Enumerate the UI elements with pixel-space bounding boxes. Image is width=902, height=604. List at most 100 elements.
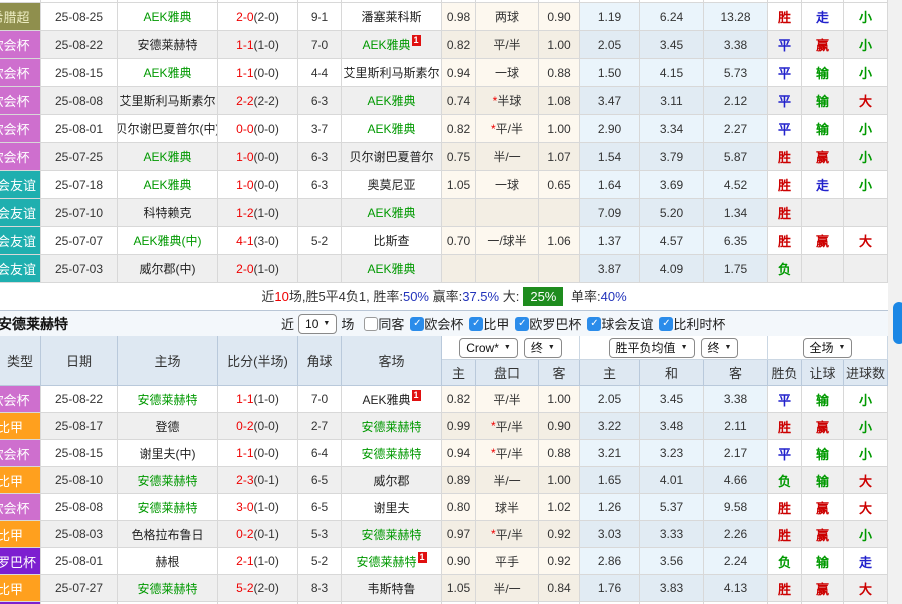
home-team-cell[interactable]: AEK雅典 xyxy=(118,143,218,171)
away-team-cell[interactable]: AEK雅典 xyxy=(342,87,442,115)
home-team-cell[interactable]: AEK雅典 xyxy=(118,3,218,31)
filter-label[interactable]: 比甲 xyxy=(483,314,509,333)
league-type-cell: 欧会杯 xyxy=(0,31,41,59)
home-team-cell[interactable]: 科特赖克 xyxy=(118,199,218,227)
col-header-date: 日期 xyxy=(41,336,118,386)
handicap-result-cell: 赢 xyxy=(802,494,844,521)
avg-draw-odds-cell: 3.79 xyxy=(640,143,704,171)
scrollbar-track[interactable] xyxy=(888,0,902,604)
date-cell: 25-08-01 xyxy=(41,115,118,143)
date-cell: 25-07-18 xyxy=(41,171,118,199)
win-draw-lose-result-cell: 胜 xyxy=(768,171,802,199)
filter-checkbox[interactable]: ✓ xyxy=(659,317,673,331)
league-type-cell: 比甲 xyxy=(0,575,41,602)
away-team-cell[interactable]: AEK雅典1 xyxy=(342,31,442,59)
halftime-score: (0-0) xyxy=(254,178,279,192)
away-team-cell[interactable]: AEK雅典 xyxy=(342,199,442,227)
filter-checkbox[interactable]: ✓ xyxy=(515,317,529,331)
home-team-cell[interactable]: 色格拉布鲁日 xyxy=(118,521,218,548)
home-team-cell[interactable]: AEK雅典(中) xyxy=(118,227,218,255)
home-odds-cell: 0.97 xyxy=(442,521,476,548)
win-draw-lose-result-cell: 平 xyxy=(768,440,802,467)
home-team-cell[interactable]: 安德莱赫特 xyxy=(118,467,218,494)
recent-count-select[interactable]: 10▼ xyxy=(298,314,337,334)
filter-label[interactable]: 欧罗巴杯 xyxy=(529,314,581,333)
home-odds-cell: 0.90 xyxy=(442,548,476,575)
home-team-cell[interactable]: 赫根 xyxy=(118,548,218,575)
avg-away-odds-cell: 4.66 xyxy=(704,467,768,494)
sub-header-handicap-result: 让球 xyxy=(802,360,844,386)
home-team-cell[interactable]: 艾里斯利马斯素尔 xyxy=(118,87,218,115)
scrollbar-thumb[interactable] xyxy=(893,302,902,344)
home-team-cell[interactable]: 安德莱赫特 xyxy=(118,386,218,413)
away-odds-cell: 1.00 xyxy=(539,31,580,59)
home-team-cell[interactable]: AEK雅典 xyxy=(118,59,218,87)
odds-final-select[interactable]: 终▼ xyxy=(524,338,562,358)
away-team-cell[interactable]: 谢里夫 xyxy=(342,494,442,521)
filter-checkbox[interactable]: ✓ xyxy=(469,317,483,331)
sub-header-avg-away: 客 xyxy=(704,360,768,386)
away-team-cell[interactable]: 潘塞莱科斯 xyxy=(342,3,442,31)
win-draw-lose-result-cell: 平 xyxy=(768,115,802,143)
home-team-cell[interactable]: AEK雅典 xyxy=(118,171,218,199)
home-team-cell[interactable]: 贝尔谢巴夏普尔(中) xyxy=(118,115,218,143)
filter-checkbox[interactable]: ✓ xyxy=(587,317,601,331)
win-draw-lose-result-cell: 胜 xyxy=(768,494,802,521)
sub-header-odds-home: 主 xyxy=(442,360,476,386)
red-number-badge: 1 xyxy=(412,390,421,401)
away-team-cell[interactable]: 安德莱赫特 xyxy=(342,413,442,440)
avg-away-odds-cell: 3.38 xyxy=(704,386,768,413)
date-cell: 25-07-07 xyxy=(41,227,118,255)
fulltime-score: 4-1 xyxy=(236,234,253,248)
handicap-line-cell: 平/半 xyxy=(476,31,539,59)
win-draw-lose-result-cell: 平 xyxy=(768,386,802,413)
halftime-score: (1-0) xyxy=(254,554,279,568)
away-team-cell[interactable]: 安德莱赫特 xyxy=(342,521,442,548)
corner-cell: 7-0 xyxy=(298,31,342,59)
away-team-cell[interactable]: 安德莱赫特 xyxy=(342,440,442,467)
home-team-cell[interactable]: 登德 xyxy=(118,413,218,440)
filter-checkbox[interactable] xyxy=(364,317,378,331)
avg-draw-odds-cell: 3.45 xyxy=(640,31,704,59)
away-team-cell[interactable]: AEK雅典1 xyxy=(342,386,442,413)
away-team-cell[interactable]: 比斯查 xyxy=(342,227,442,255)
home-team-cell[interactable]: 安德莱赫特 xyxy=(118,494,218,521)
goals-result-cell: 大 xyxy=(844,227,888,255)
avg-home-odds-cell: 1.54 xyxy=(580,143,640,171)
fulltime-score: 2-2 xyxy=(236,94,253,108)
league-type-cell: 欧会杯 xyxy=(0,59,41,87)
away-team-cell[interactable]: 贝尔谢巴夏普尔 xyxy=(342,143,442,171)
avg-final-select[interactable]: 终▼ xyxy=(701,338,739,358)
sub-header-result: 胜负 xyxy=(768,360,802,386)
scope-select[interactable]: 全场▼ xyxy=(803,338,853,358)
date-cell: 25-08-22 xyxy=(41,31,118,59)
fulltime-score: 1-1 xyxy=(236,392,253,406)
away-team-cell[interactable]: 安德莱赫特1 xyxy=(342,548,442,575)
filter-label[interactable]: 同客 xyxy=(378,314,404,333)
date-cell: 25-08-22 xyxy=(41,386,118,413)
filter-label[interactable]: 欧会杯 xyxy=(424,314,463,333)
away-team-cell[interactable]: AEK雅典 xyxy=(342,255,442,283)
home-team-cell[interactable]: 安德莱赫特 xyxy=(118,575,218,602)
handicap-result-cell: 赢 xyxy=(802,143,844,171)
filter-label[interactable]: 比利时杯 xyxy=(673,314,725,333)
summary-text: 40% xyxy=(601,289,627,304)
away-team-cell[interactable]: AEK雅典 xyxy=(342,115,442,143)
filter-label[interactable]: 球会友谊 xyxy=(601,314,653,333)
handicap-line-cell: *平/半 xyxy=(476,521,539,548)
odds-source-select[interactable]: Crow*▼ xyxy=(459,338,518,358)
away-team-cell[interactable]: 韦斯特鲁 xyxy=(342,575,442,602)
date-cell: 25-08-10 xyxy=(41,467,118,494)
home-team-cell[interactable]: 谢里夫(中) xyxy=(118,440,218,467)
away-team-cell[interactable]: 威尔郡 xyxy=(342,467,442,494)
avg-draw-odds-cell: 3.33 xyxy=(640,521,704,548)
filter-checkbox[interactable]: ✓ xyxy=(410,317,424,331)
avg-draw-odds-cell: 4.09 xyxy=(640,255,704,283)
home-team-cell[interactable]: 安德莱赫特 xyxy=(118,31,218,59)
away-team-cell[interactable]: 艾里斯利马斯素尔 xyxy=(342,59,442,87)
avg-away-odds-cell: 2.12 xyxy=(704,87,768,115)
win-draw-lose-result-cell: 胜 xyxy=(768,413,802,440)
avg-type-select[interactable]: 胜平负均值▼ xyxy=(609,338,695,358)
away-team-cell[interactable]: 奥莫尼亚 xyxy=(342,171,442,199)
home-team-cell[interactable]: 威尔郡(中) xyxy=(118,255,218,283)
